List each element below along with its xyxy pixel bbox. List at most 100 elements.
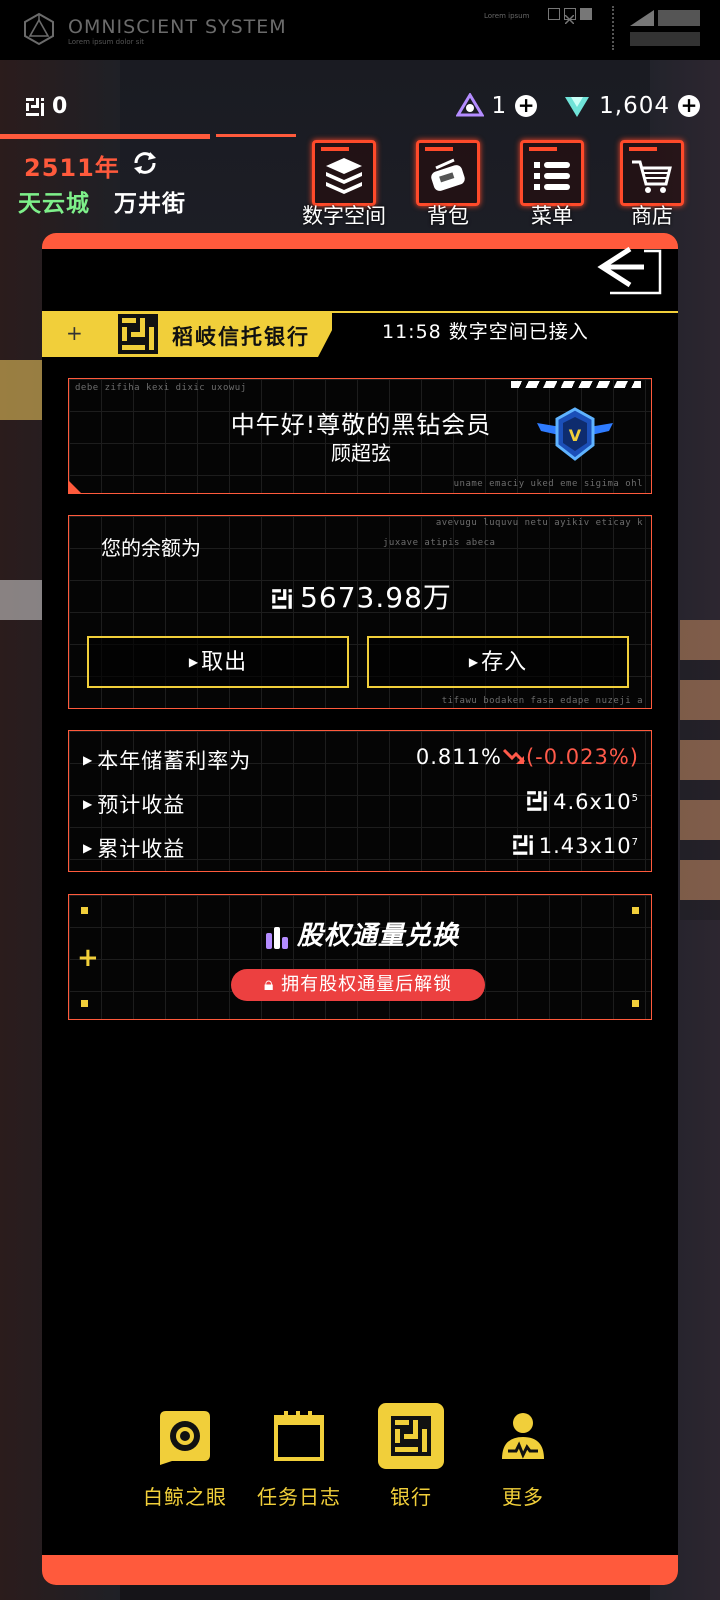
nav-menu-button[interactable]: 菜单 — [516, 140, 588, 228]
coin-glyph-icon — [512, 835, 533, 855]
panel-top-strip — [42, 233, 678, 249]
bank-logo-icon — [391, 1416, 431, 1456]
equity-exchange-card[interactable]: + 股权通量兑换 🔒︎ 拥有股权通量后解锁 — [68, 894, 652, 1020]
interest-rate-card: ▶ 本年储蓄利率为 0.811% (-0.023%) ▶ 预计收益 4.6x105 ▶… — [68, 730, 652, 872]
window-controls — [548, 8, 592, 25]
bank-logo-icon — [118, 314, 158, 354]
street-label: 万井街 — [114, 191, 186, 217]
expected-exponent: 5 — [631, 793, 639, 804]
calendar-icon — [274, 1411, 324, 1461]
coin-glyph-icon — [272, 589, 292, 609]
nav-label: 数字空间 — [302, 204, 386, 228]
equity-locked-badge: 🔒︎ 拥有股权通量后解锁 — [231, 969, 485, 1001]
nav-digital-space-button[interactable]: 数字空间 — [302, 140, 386, 228]
year-label: 2511年 — [24, 154, 120, 182]
decor-text: uname emaciy uked eme sigima ohl — [453, 479, 643, 489]
play-arrow-icon: ▶ — [83, 753, 94, 767]
expected-value: 4.6x10 — [553, 790, 632, 814]
tab-icon-box — [378, 1403, 444, 1469]
trend-down-icon — [502, 748, 526, 764]
bank-header: + 稻岐信托银行 11:58 数字空间已接入 — [42, 311, 678, 357]
system-logo-icon — [24, 12, 54, 46]
coin-glyph-icon — [527, 791, 547, 811]
tab-icon-box — [266, 1403, 332, 1469]
total-exponent: 7 — [631, 837, 639, 848]
play-arrow-icon: ▶ — [468, 655, 480, 669]
add-crystal-button[interactable]: + — [515, 95, 538, 117]
total-value: 1.43x10 — [538, 834, 632, 858]
coin-value: 0 — [52, 94, 68, 119]
coin-glyph-icon — [26, 97, 44, 116]
withdraw-button[interactable]: ▶取出 — [87, 636, 349, 688]
tab-label: 更多 — [502, 1485, 544, 1509]
eye-camera-icon — [160, 1411, 210, 1465]
svg-text:V: V — [569, 426, 582, 445]
nav-label: 菜单 — [531, 204, 573, 228]
tab-task-log[interactable]: 任务日志 — [244, 1403, 354, 1513]
play-arrow-icon: ▶ — [188, 655, 200, 669]
shopping-cart-icon — [632, 160, 672, 193]
member-greeting-card: debe zifiha kexi dixic uxowuj 中午好!尊敬的黑钻会… — [68, 378, 652, 494]
bank-name: 稻岐信托银行 — [172, 325, 310, 349]
currency-bar: 1 + 1,604 + — [455, 93, 700, 119]
tab-label: 白鲸之眼 — [143, 1485, 227, 1509]
equity-title-text: 股权通量兑换 — [296, 921, 459, 951]
header-accent-line — [0, 134, 296, 142]
plus-mark-icon: + — [66, 321, 83, 345]
stack-layers-icon — [326, 158, 362, 194]
dotted-divider — [612, 6, 614, 50]
satchel-icon — [431, 158, 465, 191]
filled-box-icon — [580, 8, 592, 20]
refresh-cycle-icon[interactable] — [132, 150, 158, 176]
system-topbar: OMNISCIENT SYSTEM Lorem ipsum dolor sit … — [0, 0, 720, 60]
total-label: 累计收益 — [97, 837, 186, 861]
expected-label: 预计收益 — [97, 793, 186, 817]
coin-counter[interactable]: 0 — [24, 94, 67, 119]
gem-currency-icon — [565, 97, 590, 117]
decor-text: avevugu luquvu netu ayikiv eticay k — [435, 518, 643, 528]
balance-value: 5673.98万 — [300, 581, 452, 614]
total-income-row: ▶ 累计收益 1.43x107 — [83, 833, 639, 863]
decor-text: debe zifiha kexi dixic uxowuj — [75, 383, 247, 393]
rate-row: ▶ 本年储蓄利率为 0.811% (-0.023%) — [83, 745, 639, 775]
tab-label: 银行 — [390, 1485, 432, 1509]
bank-panel: + 稻岐信托银行 11:58 数字空间已接入 debe zifiha kexi … — [42, 233, 678, 1585]
status-blocks-icon — [630, 10, 700, 46]
nav-backpack-button[interactable]: 背包 — [412, 140, 484, 228]
tab-more[interactable]: 更多 — [468, 1403, 578, 1513]
deposit-button[interactable]: ▶存入 — [367, 636, 629, 688]
nav-label: 背包 — [427, 204, 469, 228]
rate-change: (-0.023%) — [525, 745, 639, 769]
crystal-value: 1 — [491, 93, 508, 119]
menu-list-icon — [534, 162, 570, 190]
decor-text: juxave atipis abeca — [383, 538, 496, 548]
lock-text: 拥有股权通量后解锁 — [281, 974, 453, 995]
hazard-stripes — [511, 381, 641, 388]
minimize-box-icon — [548, 8, 560, 20]
rate-value: 0.811% — [415, 745, 502, 769]
system-corner-text: Lorem ipsum — [484, 12, 530, 20]
nav-shop-button[interactable]: 商店 — [616, 140, 688, 228]
withdraw-label: 取出 — [201, 650, 248, 675]
system-subtitle: Lorem ipsum dolor sit — [68, 38, 145, 46]
tab-icon-box — [490, 1403, 556, 1469]
add-gem-button[interactable]: + — [678, 95, 700, 117]
tab-whale-eye[interactable]: 白鲸之眼 — [130, 1403, 240, 1513]
balance-card: avevugu luquvu netu ayikiv eticay k juxa… — [68, 515, 652, 709]
balance-label: 您的余额为 — [101, 536, 201, 560]
vip-shield-badge-icon: V — [537, 407, 613, 461]
equity-title: 股权通量兑换 — [69, 915, 653, 952]
expected-income-row: ▶ 预计收益 4.6x105 — [83, 789, 639, 819]
panel-bottom-strip — [42, 1555, 678, 1585]
gem-value: 1,604 — [599, 93, 670, 119]
tab-label: 任务日志 — [257, 1485, 341, 1509]
close-box-icon — [564, 8, 576, 25]
crystal-currency-icon — [455, 93, 484, 117]
tab-bank-active[interactable]: 银行 — [356, 1403, 466, 1513]
play-arrow-icon: ▶ — [83, 797, 94, 811]
nav-label: 商店 — [631, 204, 673, 228]
rate-label: 本年储蓄利率为 — [97, 749, 252, 773]
bank-connection-status: 11:58 数字空间已接入 — [382, 321, 589, 343]
person-more-icon — [502, 1413, 544, 1459]
back-arrow-icon[interactable] — [590, 239, 670, 297]
